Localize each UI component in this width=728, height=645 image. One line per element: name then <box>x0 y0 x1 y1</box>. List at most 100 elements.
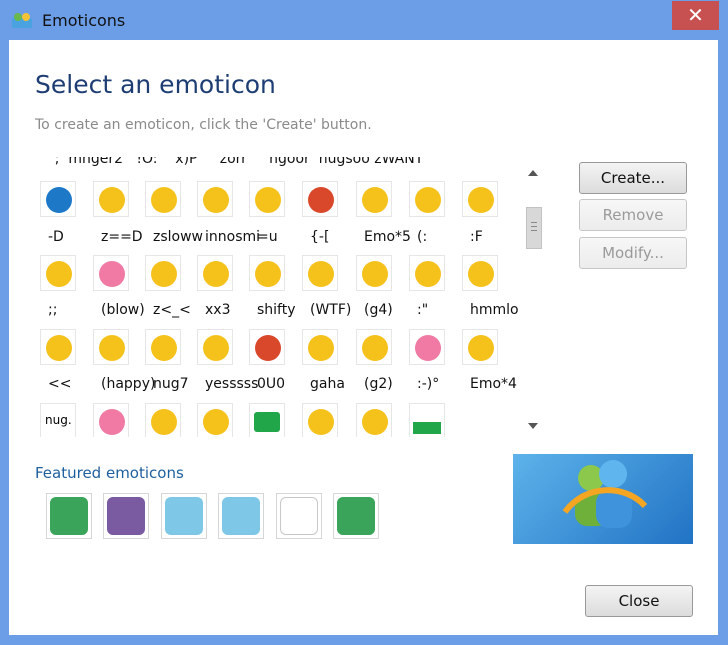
battery-icon <box>413 422 441 434</box>
title-bar[interactable]: Emoticons ✕ <box>0 0 728 40</box>
radio-icon <box>254 412 280 432</box>
emoticon-label: Emo*4 <box>470 376 517 392</box>
emoticon-cell[interactable] <box>302 329 338 365</box>
scroll-up-arrow-icon[interactable] <box>528 170 538 176</box>
messenger-logo-banner <box>513 454 693 544</box>
scroll-thumb[interactable] <box>526 207 542 249</box>
emoticon-cell[interactable] <box>462 181 498 217</box>
scroll-down-arrow-icon[interactable] <box>528 423 538 429</box>
smile-face-icon <box>203 187 229 213</box>
spark-face-icon <box>362 261 388 287</box>
emoticon-label: :" <box>417 302 429 318</box>
emoticon-label: Emo*5 <box>364 229 411 245</box>
purple-creature-icon <box>107 497 145 535</box>
emoticon-cell[interactable] <box>249 181 285 217</box>
star-face-icon <box>203 409 229 435</box>
girl-face-icon <box>99 335 125 361</box>
emoticon-cell[interactable] <box>356 181 392 217</box>
create-button[interactable]: Create... <box>579 162 687 194</box>
emoticon-cell[interactable] <box>197 181 233 217</box>
emoticon-cell[interactable] <box>145 403 181 437</box>
emoticon-label: << <box>48 376 72 392</box>
snails-icon <box>308 261 334 287</box>
featured-emoticon[interactable] <box>333 493 379 539</box>
emoticon-label: 0U0 <box>257 376 286 392</box>
green-monster-icon <box>50 497 88 535</box>
sleep-bed-icon <box>362 335 388 361</box>
featured-emoticon[interactable] <box>276 493 322 539</box>
label-row: -D z==D zsloww innosmi =u {-[Emo*5 (::F <box>38 229 518 251</box>
pig-face-icon <box>99 409 125 435</box>
messenger-people-icon <box>562 460 648 528</box>
emoticon-cell[interactable] <box>40 255 76 291</box>
side-eye-face-icon <box>46 335 72 361</box>
emoticon-label: zsloww <box>153 229 203 245</box>
emoticon-label: (: <box>417 229 428 245</box>
remove-button[interactable]: Remove <box>579 199 687 231</box>
emoticon-label: gaha <box>310 376 345 392</box>
featured-emoticon[interactable] <box>218 493 264 539</box>
emoticon-cell[interactable] <box>197 403 233 437</box>
emoticon-cell[interactable] <box>145 181 181 217</box>
emoticon-label: yesssss <box>205 376 259 392</box>
emoticon-cell[interactable]: nug. <box>40 403 76 437</box>
blank-icon <box>280 497 318 535</box>
emoticon-cell[interactable] <box>302 181 338 217</box>
featured-emoticon[interactable] <box>161 493 207 539</box>
emoticon-cell[interactable] <box>93 329 129 365</box>
window-title: Emoticons <box>42 11 126 30</box>
emoticon-label: :-)° <box>417 376 440 392</box>
emoticon-cell[interactable] <box>249 255 285 291</box>
emoticon-label: (g2) <box>364 376 393 392</box>
pink-hair-icon <box>99 261 125 287</box>
emoticon-cell[interactable] <box>356 329 392 365</box>
close-button[interactable]: Close <box>585 585 693 617</box>
emoticon-label: z<_< <box>153 302 191 318</box>
partial-labels: ' ; mnger2 !O: x)P zorr ngoor nugsoo zWA… <box>42 157 424 167</box>
featured-emoticon[interactable] <box>103 493 149 539</box>
dancing-face-icon <box>362 187 388 213</box>
cute-face-icon <box>415 187 441 213</box>
emoticon-cell[interactable] <box>302 403 338 437</box>
emoticon-cell[interactable] <box>93 181 129 217</box>
emoticon-cell[interactable] <box>462 255 498 291</box>
blush-face-icon <box>415 335 441 361</box>
emoticon-cell[interactable] <box>93 255 129 291</box>
emoticon-cell[interactable] <box>249 329 285 365</box>
emoticon-cell[interactable] <box>409 329 445 365</box>
emoticon-cell[interactable] <box>145 255 181 291</box>
emoticon-cell[interactable] <box>249 403 285 437</box>
emoticon-label: shifty <box>257 302 296 318</box>
emoticon-label: (blow) <box>101 302 145 318</box>
emoticon-cell[interactable] <box>409 181 445 217</box>
emoticon-cell[interactable] <box>409 255 445 291</box>
messenger-app-icon <box>12 13 32 28</box>
emoticon-cell[interactable] <box>197 329 233 365</box>
emoticon-label: (happy) <box>101 376 156 392</box>
label-row: << (happy) nug7 yesssss 0U0 gaha (g2):-)° Emo*4 <box>38 376 518 398</box>
lol-face-icon <box>468 261 494 287</box>
emoticon-cell[interactable] <box>409 403 445 437</box>
emoticon-label: innosmi <box>205 229 261 245</box>
featured-emoticon[interactable] <box>46 493 92 539</box>
emoticon-cell[interactable] <box>462 329 498 365</box>
blue-face-icon <box>46 187 72 213</box>
emoticon-cell[interactable] <box>356 255 392 291</box>
emoticon-cell[interactable] <box>93 403 129 437</box>
emoticon-cell[interactable] <box>197 255 233 291</box>
modify-button[interactable]: Modify... <box>579 237 687 269</box>
emoticon-label: xx3 <box>205 302 231 318</box>
emoticon-label: ;; <box>48 302 58 318</box>
emoticon-cell[interactable] <box>356 403 392 437</box>
emoticon-label: hmmlol <box>470 302 518 318</box>
close-window-button[interactable]: ✕ <box>672 1 719 30</box>
page-heading: Select an emoticon <box>35 70 276 99</box>
emoticon-cell[interactable] <box>145 329 181 365</box>
angry-face-icon <box>308 187 334 213</box>
emoticon-grid[interactable]: ' ; mnger2 !O: x)P zorr ngoor nugsoo zWA… <box>38 157 518 437</box>
emoticon-cell[interactable] <box>40 329 76 365</box>
emoticon-cell[interactable] <box>40 181 76 217</box>
dance2-face-icon <box>468 335 494 361</box>
grid-scrollbar[interactable] <box>520 164 546 436</box>
emoticon-cell[interactable] <box>302 255 338 291</box>
